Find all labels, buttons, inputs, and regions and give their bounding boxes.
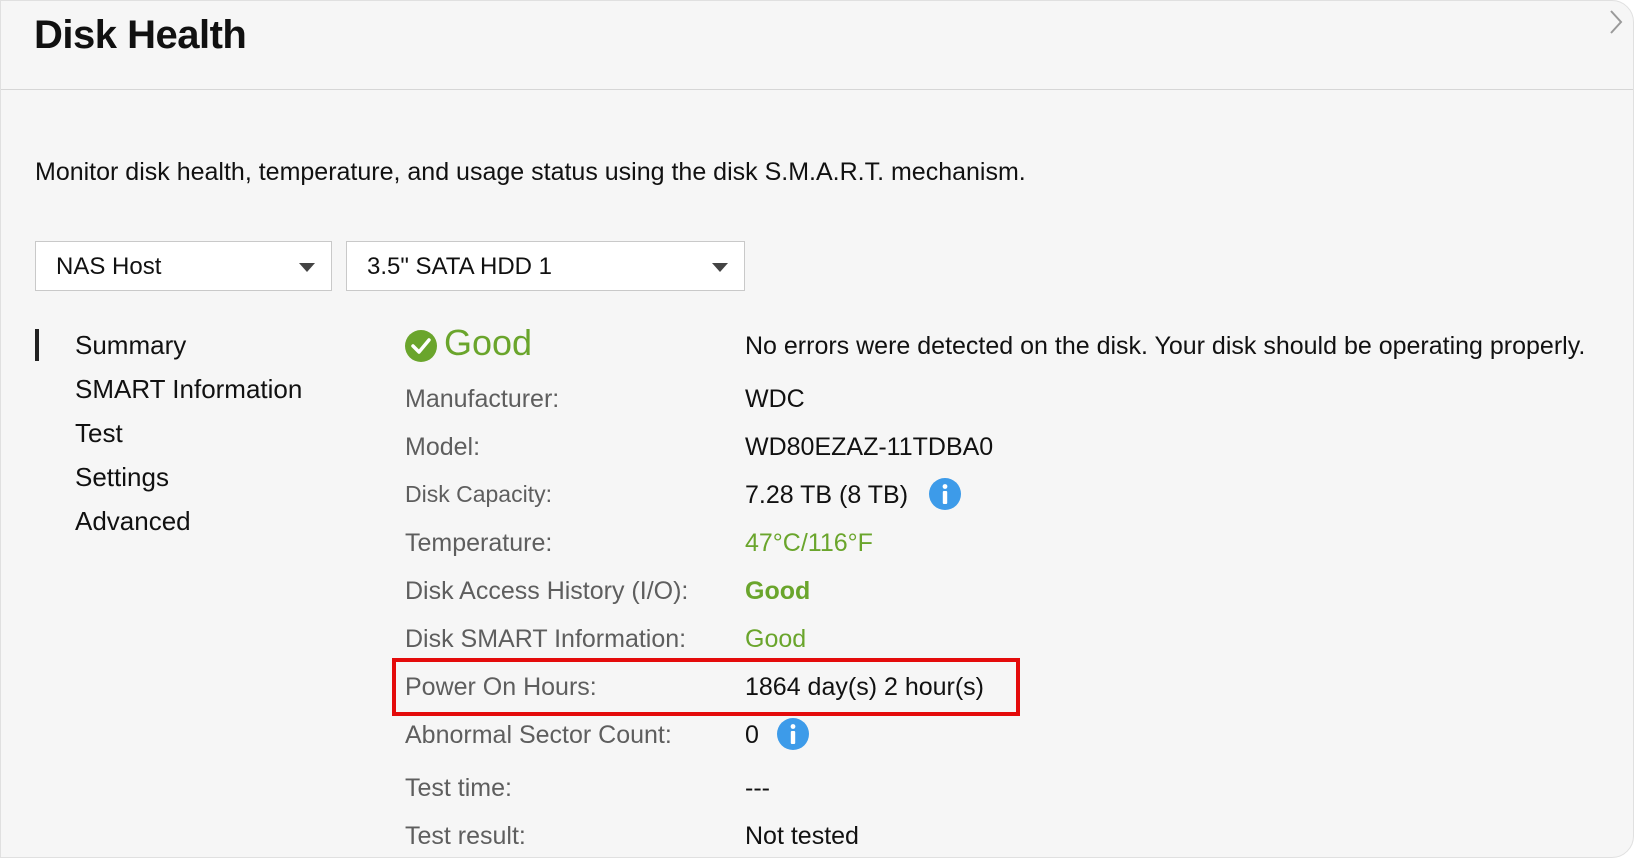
- info-icon[interactable]: [929, 478, 961, 510]
- nav-item-advanced[interactable]: Advanced: [75, 506, 191, 537]
- test-result-label: Test result:: [405, 822, 526, 850]
- page-description: Monitor disk health, temperature, and us…: [35, 158, 1026, 186]
- manufacturer-label: Manufacturer:: [405, 385, 560, 413]
- test-time-label: Test time:: [405, 774, 512, 802]
- disk-capacity-label: Disk Capacity:: [405, 481, 552, 507]
- host-select-value: NAS Host: [56, 253, 162, 280]
- nav-item-summary[interactable]: Summary: [75, 330, 186, 361]
- disk-capacity-value: 7.28 TB (8 TB): [745, 481, 909, 509]
- host-select[interactable]: NAS Host: [35, 241, 332, 291]
- temperature-value: 47°C/116°F: [745, 529, 873, 557]
- disk-health-window: Disk Health Monitor disk health, tempera…: [0, 0, 1634, 858]
- disk-access-history-label: Disk Access History (I/O):: [405, 577, 689, 605]
- page-title: Disk Health: [34, 13, 247, 57]
- disk-access-history-value: Good: [745, 577, 811, 605]
- disk-select[interactable]: 3.5" SATA HDD 1: [346, 241, 745, 291]
- model-value: WD80EZAZ-11TDBA0: [745, 433, 994, 461]
- test-result-value: Not tested: [745, 822, 859, 850]
- health-status: Good: [444, 322, 533, 363]
- model-label: Model:: [405, 433, 481, 461]
- test-time-value: ---: [745, 774, 770, 802]
- nav-item-settings[interactable]: Settings: [75, 462, 169, 493]
- caret-down-icon: [299, 263, 315, 272]
- window-header: Disk Health: [1, 1, 1633, 90]
- disk-smart-information-value: Good: [745, 625, 807, 653]
- health-status-message: No errors were detected on the disk. You…: [745, 332, 1586, 360]
- nav-item-test[interactable]: Test: [75, 418, 123, 449]
- check-circle-icon: [405, 330, 437, 362]
- abnormal-sector-count-label: Abnormal Sector Count:: [405, 721, 672, 749]
- disk-smart-information-label: Disk SMART Information:: [405, 625, 687, 653]
- nav-item-smart-information[interactable]: SMART Information: [75, 374, 302, 405]
- highlight-box: [392, 658, 1020, 716]
- caret-down-icon: [712, 263, 728, 272]
- info-icon[interactable]: [777, 718, 809, 750]
- abnormal-sector-count-value: 0: [745, 721, 759, 749]
- chevron-right-icon[interactable]: [1605, 7, 1629, 37]
- manufacturer-value: WDC: [745, 385, 805, 413]
- temperature-label: Temperature:: [405, 529, 553, 557]
- nav-active-indicator: [35, 329, 39, 361]
- disk-select-value: 3.5" SATA HDD 1: [367, 253, 553, 280]
